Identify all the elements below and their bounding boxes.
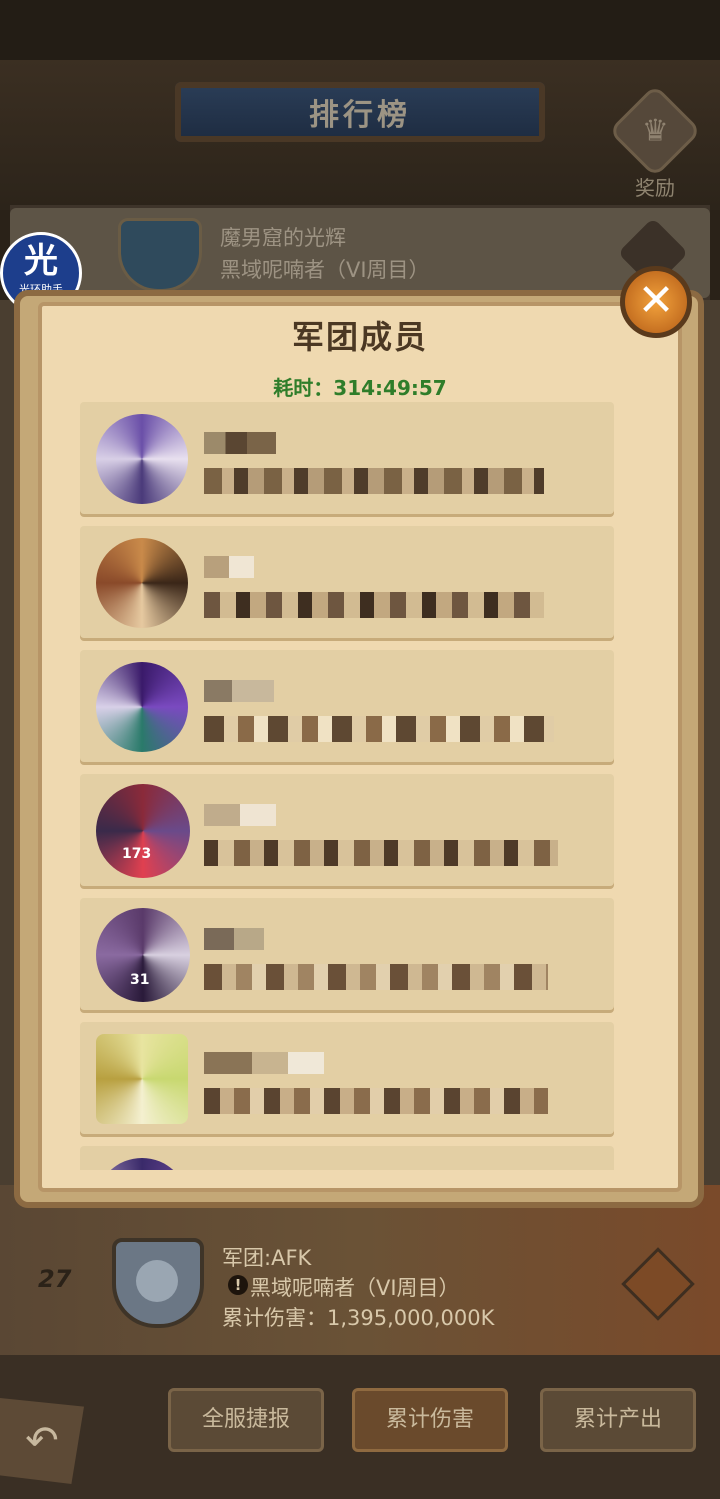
level-badge: 173 (122, 846, 152, 862)
level-badge: 31 (130, 972, 150, 988)
member-info-blurred (204, 1088, 548, 1114)
member-info-blurred (204, 468, 544, 494)
member-list[interactable]: 173 31 (80, 402, 618, 1170)
avatar (96, 784, 190, 878)
helper-logo: 光 (24, 241, 58, 281)
member-name-blurred (204, 556, 254, 578)
reward-label: 奖励 (635, 176, 675, 200)
avatar (96, 1034, 188, 1124)
elapsed-time: 耗时：314:49:57 (273, 376, 447, 400)
avatar (96, 1158, 188, 1170)
member-info-blurred (204, 716, 554, 742)
modal-title: 军团成员 (291, 318, 428, 356)
list-item[interactable] (80, 402, 614, 514)
my-guild-boss: 黑域呢喃者（VI周目） (250, 1276, 460, 1300)
close-icon[interactable]: ✕ (620, 266, 692, 338)
member-info-blurred (204, 592, 544, 618)
crest-emblem (136, 1260, 178, 1302)
list-item[interactable]: 31 (80, 898, 614, 1010)
status-area (0, 0, 720, 60)
avatar (96, 414, 188, 504)
back-button[interactable]: ↶ (0, 1398, 84, 1484)
tab-server-news[interactable]: 全服捷报 (168, 1388, 324, 1452)
tab-total-output[interactable]: 累计产出 (540, 1388, 696, 1452)
avatar (96, 662, 188, 752)
tab-total-damage[interactable]: 累计伤害 (352, 1388, 508, 1452)
member-name-blurred (204, 928, 264, 950)
member-info-blurred (204, 840, 558, 866)
member-name-blurred (204, 680, 274, 702)
list-item[interactable] (80, 1022, 614, 1134)
guild-crest-icon (112, 1238, 204, 1328)
avatar (96, 538, 188, 628)
list-item[interactable]: 173 (80, 774, 614, 886)
member-name-blurred (204, 432, 276, 454)
member-info-blurred (204, 964, 548, 990)
guild-crest-icon (118, 218, 202, 292)
ranking-row[interactable] (10, 208, 710, 298)
guild-name: 魔男窟的光辉 (220, 226, 346, 250)
boss-name: 黑域呢喃者（VI周目） (220, 258, 430, 282)
my-guild-damage: 累计伤害：1,395,000,000K (222, 1306, 495, 1330)
alert-icon: ! (228, 1275, 248, 1295)
member-name-blurred (204, 804, 276, 826)
page-title: 排行榜 (309, 98, 411, 133)
list-item[interactable] (80, 650, 614, 762)
list-item[interactable] (80, 1146, 614, 1170)
member-name-blurred (204, 1052, 324, 1074)
list-item[interactable] (80, 526, 614, 638)
my-guild-rank: 27 (38, 1265, 72, 1293)
my-guild-name: 军团:AFK (222, 1246, 312, 1270)
